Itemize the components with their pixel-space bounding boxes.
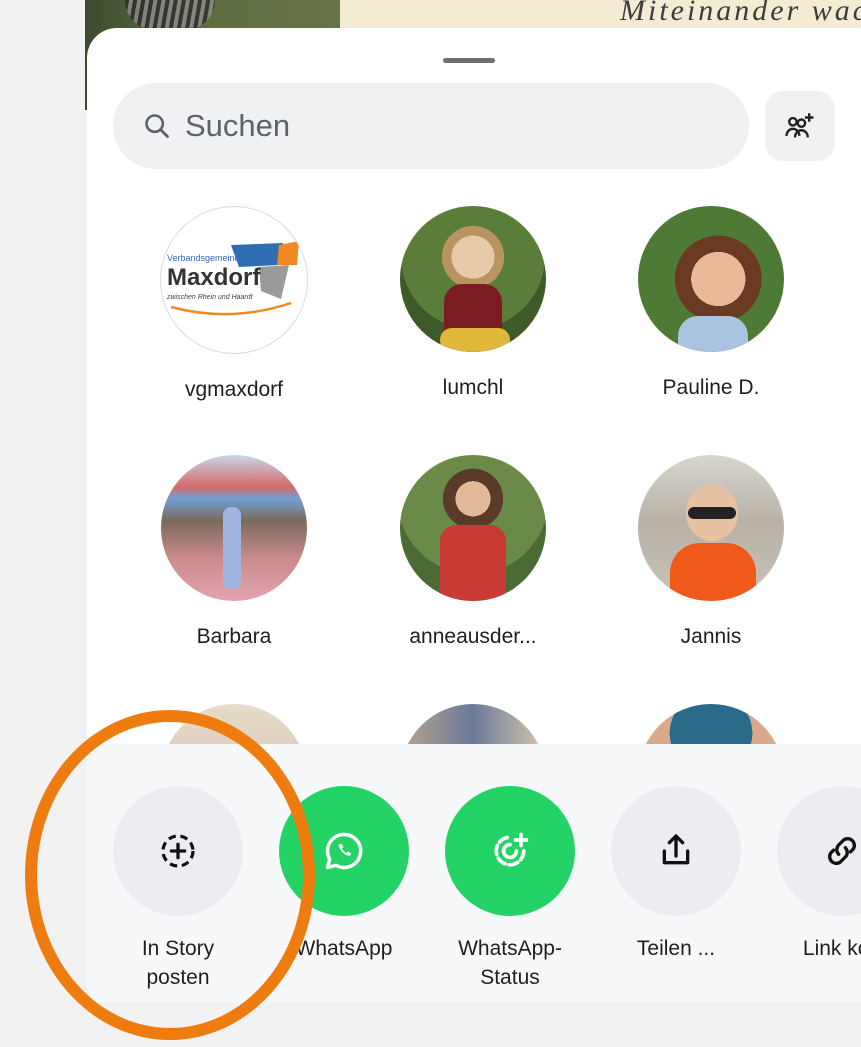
- whatsapp-status-circle: [445, 786, 575, 916]
- whatsapp-status-icon: [494, 832, 529, 867]
- whatsapp-icon: [325, 832, 363, 870]
- whatsapp-button[interactable]: WhatsApp: [264, 786, 424, 963]
- maxdorf-logo: Verbandsgemeinde Maxdorf zwischen Rhein …: [166, 241, 299, 316]
- add-people-button[interactable]: [765, 91, 835, 161]
- contact-anneausder[interactable]: anneausder...: [373, 455, 573, 649]
- add-people-icon: [785, 113, 814, 138]
- background-decoration: [125, 0, 215, 30]
- background-caption: Miteinander wachsen: [620, 0, 861, 27]
- avatar: [400, 455, 546, 601]
- avatar: [638, 206, 784, 352]
- add-to-story-button[interactable]: In Story posten: [98, 786, 258, 992]
- whatsapp-status-button[interactable]: WhatsApp- Status: [430, 786, 590, 992]
- contact-vgmaxdorf[interactable]: Verbandsgemeinde Maxdorf zwischen Rhein …: [134, 206, 334, 402]
- share-circle: [611, 786, 741, 916]
- whatsapp-circle: [279, 786, 409, 916]
- contact-name: anneausder...: [409, 625, 537, 648]
- avatar: [161, 455, 307, 601]
- action-label: WhatsApp- Status: [458, 937, 562, 989]
- contact-jannis[interactable]: Jannis: [611, 455, 811, 649]
- contact-name: Barbara: [196, 625, 272, 648]
- contact-barbara[interactable]: Barbara: [134, 455, 334, 649]
- link-icon: [828, 837, 856, 865]
- copy-link-button[interactable]: Link kop: [762, 786, 861, 963]
- contact-name: vgmaxdorf: [184, 378, 284, 401]
- action-label: WhatsApp: [295, 937, 393, 960]
- svg-text:zwischen Rhein und Haardt: zwischen Rhein und Haardt: [166, 294, 254, 301]
- action-label: Teilen ...: [636, 937, 716, 960]
- svg-text:Verbandsgemeinde: Verbandsgemeinde: [167, 253, 245, 263]
- search-input[interactable]: Suchen: [113, 83, 749, 169]
- avatar: Verbandsgemeinde Maxdorf zwischen Rhein …: [160, 206, 308, 354]
- contact-name: Jannis: [680, 625, 742, 648]
- action-label: In Story posten: [141, 937, 215, 989]
- contact-lumchl[interactable]: lumchl: [373, 206, 573, 400]
- background-banner: Miteinander wachsen: [340, 0, 861, 30]
- share-icon: [662, 834, 690, 865]
- contact-pauline-d[interactable]: Pauline D.: [611, 206, 811, 400]
- search-placeholder: Suchen: [185, 108, 291, 143]
- contact-name: Pauline D.: [662, 376, 760, 399]
- search-icon: [145, 114, 169, 138]
- svg-text:Maxdorf: Maxdorf: [167, 264, 261, 291]
- avatar: [400, 206, 546, 352]
- contact-name: lumchl: [442, 376, 504, 399]
- share-sheet: Suchen Verbandsgemeinde Maxdorf zwischen…: [87, 28, 861, 1002]
- share-button[interactable]: Teilen ...: [596, 786, 756, 963]
- copy-link-circle: [777, 786, 861, 916]
- action-label: Link kop: [802, 937, 861, 960]
- add-to-story-circle: [113, 786, 243, 916]
- sheet-drag-handle[interactable]: [443, 58, 495, 63]
- avatar: [638, 455, 784, 601]
- add-story-icon: [161, 834, 195, 868]
